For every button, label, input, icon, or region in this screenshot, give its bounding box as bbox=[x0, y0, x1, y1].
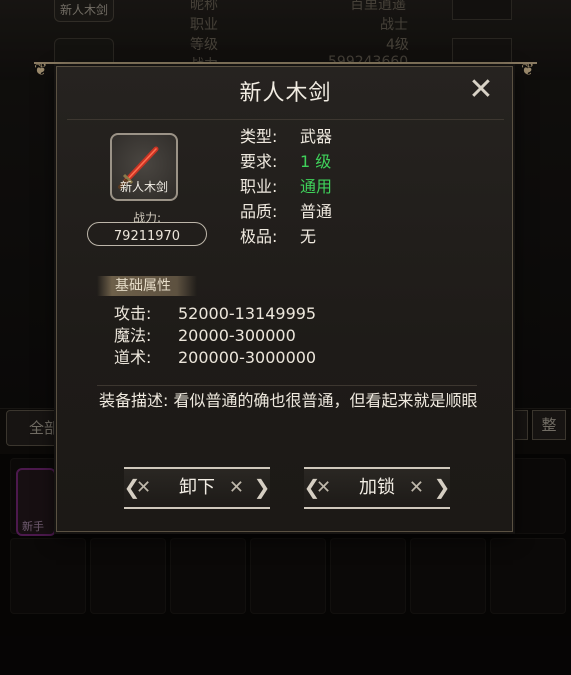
lock-label: 加锁 bbox=[359, 477, 395, 498]
stat-key: 魔法: bbox=[114, 326, 152, 345]
divider bbox=[67, 119, 504, 120]
item-icon: 新人木剑 bbox=[110, 133, 178, 201]
attr-value: 普通 bbox=[300, 202, 333, 221]
stat-row-attack: 攻击: 52000-13149995 bbox=[114, 303, 316, 325]
attr-key: 品质: bbox=[240, 202, 278, 221]
ornament-icon: ✕ bbox=[228, 477, 244, 498]
attr-row-requirement: 要求: 1 级 bbox=[240, 149, 332, 174]
power-value: 79211970 bbox=[113, 229, 181, 244]
button-cap-icon: ❯ bbox=[253, 475, 271, 499]
attr-row-quality: 品质: 普通 bbox=[240, 199, 332, 224]
attr-key: 类型: bbox=[240, 127, 278, 146]
attr-key: 极品: bbox=[240, 227, 278, 246]
attr-key: 要求: bbox=[240, 152, 278, 171]
close-icon[interactable]: ✕ bbox=[467, 75, 495, 105]
attr-row-type: 类型: 武器 bbox=[240, 124, 332, 149]
attr-value: 通用 bbox=[300, 177, 333, 196]
attr-value: 1 级 bbox=[300, 152, 332, 171]
basic-stats: 攻击: 52000-13149995 魔法: 20000-300000 道术: 200… bbox=[114, 303, 316, 369]
attr-value: 武器 bbox=[300, 127, 333, 146]
stat-value: 200000-3000000 bbox=[178, 348, 317, 367]
button-cap-icon: ❯ bbox=[433, 475, 451, 499]
ornament-icon: ✕ bbox=[408, 477, 424, 498]
item-tooltip-popup: 新人木剑 ✕ 新人木剑 战力: 79211970 类型: 武器 要求: 1 级 职业… bbox=[56, 66, 513, 532]
attr-row-rare: 极品: 无 bbox=[240, 224, 332, 249]
ornament-icon: ❦ bbox=[34, 60, 48, 79]
power-badge: 战力: 79211970 bbox=[87, 211, 207, 246]
attribute-list: 类型: 武器 要求: 1 级 职业: 通用 品质: 普通 极品: 无 bbox=[240, 124, 332, 249]
divider bbox=[97, 385, 477, 386]
item-icon-label: 新人木剑 bbox=[119, 180, 168, 194]
item-description: 装备描述: 看似普通的确也很普通，但看起来就是顺眼 bbox=[99, 391, 478, 410]
ornament-icon: ✕ bbox=[316, 477, 332, 498]
stat-row-taoism: 道术: 200000-3000000 bbox=[114, 347, 316, 369]
unequip-button[interactable]: ❮ ✕ 卸下 ✕ ❯ bbox=[124, 467, 270, 509]
stat-row-magic: 魔法: 20000-300000 bbox=[114, 325, 316, 347]
stat-value: 20000-300000 bbox=[178, 326, 296, 345]
stat-key: 道术: bbox=[114, 348, 152, 367]
stat-value: 52000-13149995 bbox=[178, 304, 317, 323]
ornament-icon: ✕ bbox=[136, 477, 152, 498]
attr-value: 无 bbox=[300, 227, 317, 246]
ornament-icon: ❦ bbox=[521, 60, 535, 79]
lock-button[interactable]: ❮ ✕ 加锁 ✕ ❯ bbox=[304, 467, 450, 509]
section-title-basic: 基础属性 bbox=[97, 276, 197, 296]
attr-row-class: 职业: 通用 bbox=[240, 174, 332, 199]
popup-title: 新人木剑 bbox=[239, 81, 332, 106]
power-label: 战力: bbox=[132, 211, 162, 225]
attr-key: 职业: bbox=[240, 177, 278, 196]
stat-key: 攻击: bbox=[114, 304, 152, 323]
unequip-label: 卸下 bbox=[179, 477, 215, 498]
